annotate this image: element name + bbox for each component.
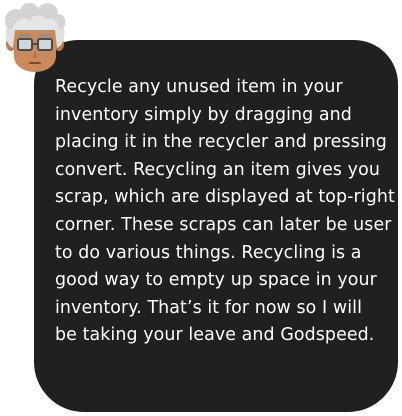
dialog-text: Recycle any unused item in your inventor… bbox=[55, 74, 395, 350]
dialog-line: inventory. That’s it for now so I will bbox=[55, 297, 363, 318]
old-professor-avatar-icon bbox=[5, 2, 66, 72]
dialog-line: Recycle any unused item in your bbox=[55, 77, 343, 97]
dialog-line: good way to empty up space in your bbox=[55, 270, 377, 291]
dialog-line: convert. Recycling an item gives you bbox=[55, 159, 380, 180]
dialog-line: to do various things. Recycling is a bbox=[55, 242, 362, 263]
dialog-line: inventory simply by dragging and bbox=[55, 104, 352, 125]
tutorial-dialog: Recycle any unused item in your inventor… bbox=[0, 0, 402, 416]
dialog-line: scrap, which are displayed at top-right bbox=[55, 187, 395, 208]
dialog-line: be taking your leave and Godspeed. bbox=[55, 325, 375, 346]
dialog-line: placing it in the recycler and pressing bbox=[55, 132, 387, 153]
dialog-line: corner. These scraps can later be user bbox=[55, 214, 392, 235]
